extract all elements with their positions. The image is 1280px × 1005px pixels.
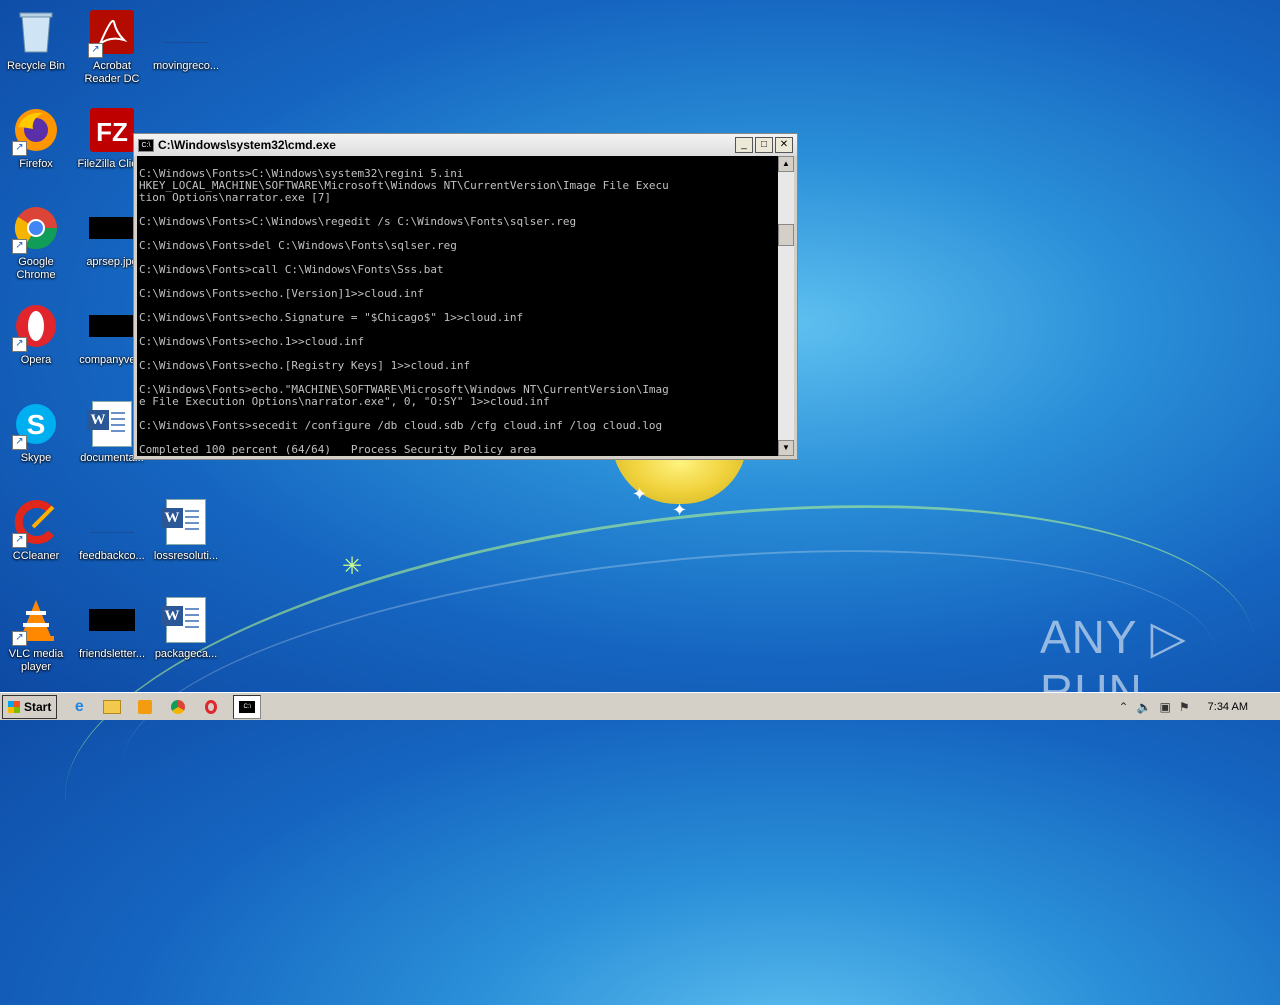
word-document-icon: W — [87, 400, 136, 448]
image-file-icon — [88, 204, 136, 252]
cmd-window[interactable]: C:\ C:\Windows\system32\cmd.exe _ □ ✕ C:… — [133, 133, 798, 460]
desktop-icon-label: Skype — [20, 452, 52, 464]
skype-icon: S ↗ — [12, 400, 60, 450]
desktop-icon-feedbackco[interactable]: feedbackco... — [76, 498, 148, 563]
console-line: tion Options\narrator.exe [7] — [139, 191, 332, 204]
console-line: C:\Windows\Fonts>secedit /configure /db … — [139, 419, 663, 432]
sparkle-icon: ✦ — [632, 484, 648, 504]
ccleaner-icon: ↗ — [12, 498, 60, 548]
word-document-icon: W — [161, 596, 210, 644]
word-document-icon: W — [161, 498, 210, 546]
desktop-icon-label: Firefox — [19, 158, 53, 170]
action-center-flag-icon[interactable]: ⚑ — [1179, 700, 1190, 714]
sparkle-icon: ✳ — [342, 553, 363, 580]
desktop-icon-vlc[interactable]: ↗ VLC media player — [0, 596, 72, 674]
console-line: C:\Windows\Fonts>C:\Windows\regedit /s C… — [139, 215, 577, 228]
desktop-icon-friendsletter[interactable]: friendsletter... — [76, 596, 148, 661]
svg-text:FZ: FZ — [96, 117, 128, 147]
svg-text:S: S — [27, 409, 46, 440]
scroll-up-arrow[interactable]: ▲ — [778, 156, 794, 172]
vlc-icon: ↗ — [12, 596, 60, 646]
desktop-icon-opera[interactable]: ↗ Opera — [0, 302, 72, 367]
cmd-window-title: C:\Windows\system32\cmd.exe — [158, 138, 336, 152]
image-file-icon — [88, 498, 136, 546]
chrome-icon: ↗ — [12, 204, 60, 254]
scroll-thumb[interactable] — [778, 224, 794, 246]
image-file-icon — [88, 302, 136, 350]
image-file-icon — [88, 596, 136, 644]
desktop-icon-label: packageca... — [154, 648, 218, 660]
console-line: C:\Windows\Fonts>echo.[Registry Keys] 1>… — [139, 359, 471, 372]
desktop-icon-packageca[interactable]: W packageca... — [150, 596, 222, 661]
desktop-icon-recycle-bin[interactable]: Recycle Bin — [0, 8, 72, 73]
desktop-icon-chrome[interactable]: ↗ Google Chrome — [0, 204, 72, 282]
firefox-icon: ↗ — [12, 106, 60, 156]
start-label: Start — [24, 699, 52, 714]
taskbar: Start e C:\ ⌃ 🔈 ▣ ⚑ 7:34 AM — [0, 692, 1280, 720]
recycle-bin-icon — [12, 8, 60, 56]
scroll-down-arrow[interactable]: ▼ — [778, 440, 794, 456]
desktop-icon-label: Google Chrome — [16, 256, 56, 281]
desktop-icon-acrobat[interactable]: ↗ Acrobat Reader DC — [76, 8, 148, 86]
desktop-icon-label: feedbackco... — [79, 550, 145, 562]
desktop-icon-label: Opera — [20, 354, 52, 366]
filezilla-icon: FZ — [88, 106, 136, 154]
system-tray: ⌃ 🔈 ▣ ⚑ 7:34 AM — [1103, 696, 1280, 718]
opera-icon: ↗ — [12, 302, 60, 352]
desktop-icon-label: lossresoluti... — [153, 550, 219, 562]
console-line: Completed 100 percent (64/64) Process Se… — [139, 443, 537, 456]
windows-logo-icon — [8, 700, 20, 713]
close-button[interactable]: ✕ — [775, 137, 793, 153]
chrome-taskbar-icon[interactable] — [167, 696, 189, 718]
console-line: e File Execution Options\narrator.exe", … — [139, 395, 550, 408]
explorer-taskbar-icon[interactable] — [101, 696, 123, 718]
ie-taskbar-icon[interactable]: e — [68, 696, 90, 718]
desktop-icon-firefox[interactable]: ↗ Firefox — [0, 106, 72, 171]
console-line: C:\Windows\Fonts>call C:\Windows\Fonts\S… — [139, 263, 444, 276]
desktop-icon-label: friendsletter... — [78, 648, 146, 660]
console-line: C:\Windows\Fonts>echo.[Version]1>>cloud.… — [139, 287, 424, 300]
cmd-icon: C:\ — [138, 138, 154, 152]
sparkle-icon: ✦ — [672, 500, 688, 520]
opera-taskbar-icon[interactable] — [200, 696, 222, 718]
console-line: C:\Windows\Fonts>echo.1>>cloud.inf — [139, 335, 365, 348]
desktop-icon-label: Acrobat Reader DC — [84, 60, 140, 85]
minimize-button[interactable]: _ — [735, 137, 753, 153]
desktop-icon-label: VLC media player — [8, 648, 64, 673]
cmd-taskbar-button[interactable]: C:\ — [233, 694, 262, 719]
console-line: C:\Windows\Fonts>del C:\Windows\Fonts\sq… — [139, 239, 457, 252]
volume-icon[interactable]: 🔈 — [1137, 700, 1152, 714]
console-output[interactable]: C:\Windows\Fonts>C:\Windows\system32\reg… — [137, 156, 778, 456]
acrobat-icon: ↗ — [88, 8, 136, 58]
start-button[interactable]: Start — [2, 694, 58, 719]
desktop-icon-ccleaner[interactable]: ↗ CCleaner — [0, 498, 72, 563]
tray-expand-icon[interactable]: ⌃ — [1119, 700, 1129, 714]
desktop-icon-label: CCleaner — [12, 550, 60, 562]
network-icon[interactable]: ▣ — [1160, 700, 1171, 714]
media-player-taskbar-icon[interactable] — [134, 696, 156, 718]
desktop-icon-skype[interactable]: S ↗ Skype — [0, 400, 72, 465]
desktop-icon-label: movingreco... — [152, 60, 220, 72]
console-line: C:\Windows\Fonts>echo.Signature = "$Chic… — [139, 311, 524, 324]
vertical-scrollbar[interactable]: ▲ ▼ — [778, 156, 794, 456]
image-file-icon — [162, 8, 210, 56]
taskbar-clock[interactable]: 7:34 AM — [1208, 701, 1248, 713]
desktop-icon-label: Recycle Bin — [6, 60, 66, 72]
maximize-button[interactable]: □ — [755, 137, 773, 153]
desktop-icon-lossresoluti[interactable]: W lossresoluti... — [150, 498, 222, 563]
desktop-icon-movingreco[interactable]: movingreco... — [150, 8, 222, 73]
cmd-titlebar[interactable]: C:\ C:\Windows\system32\cmd.exe _ □ ✕ — [134, 134, 797, 156]
